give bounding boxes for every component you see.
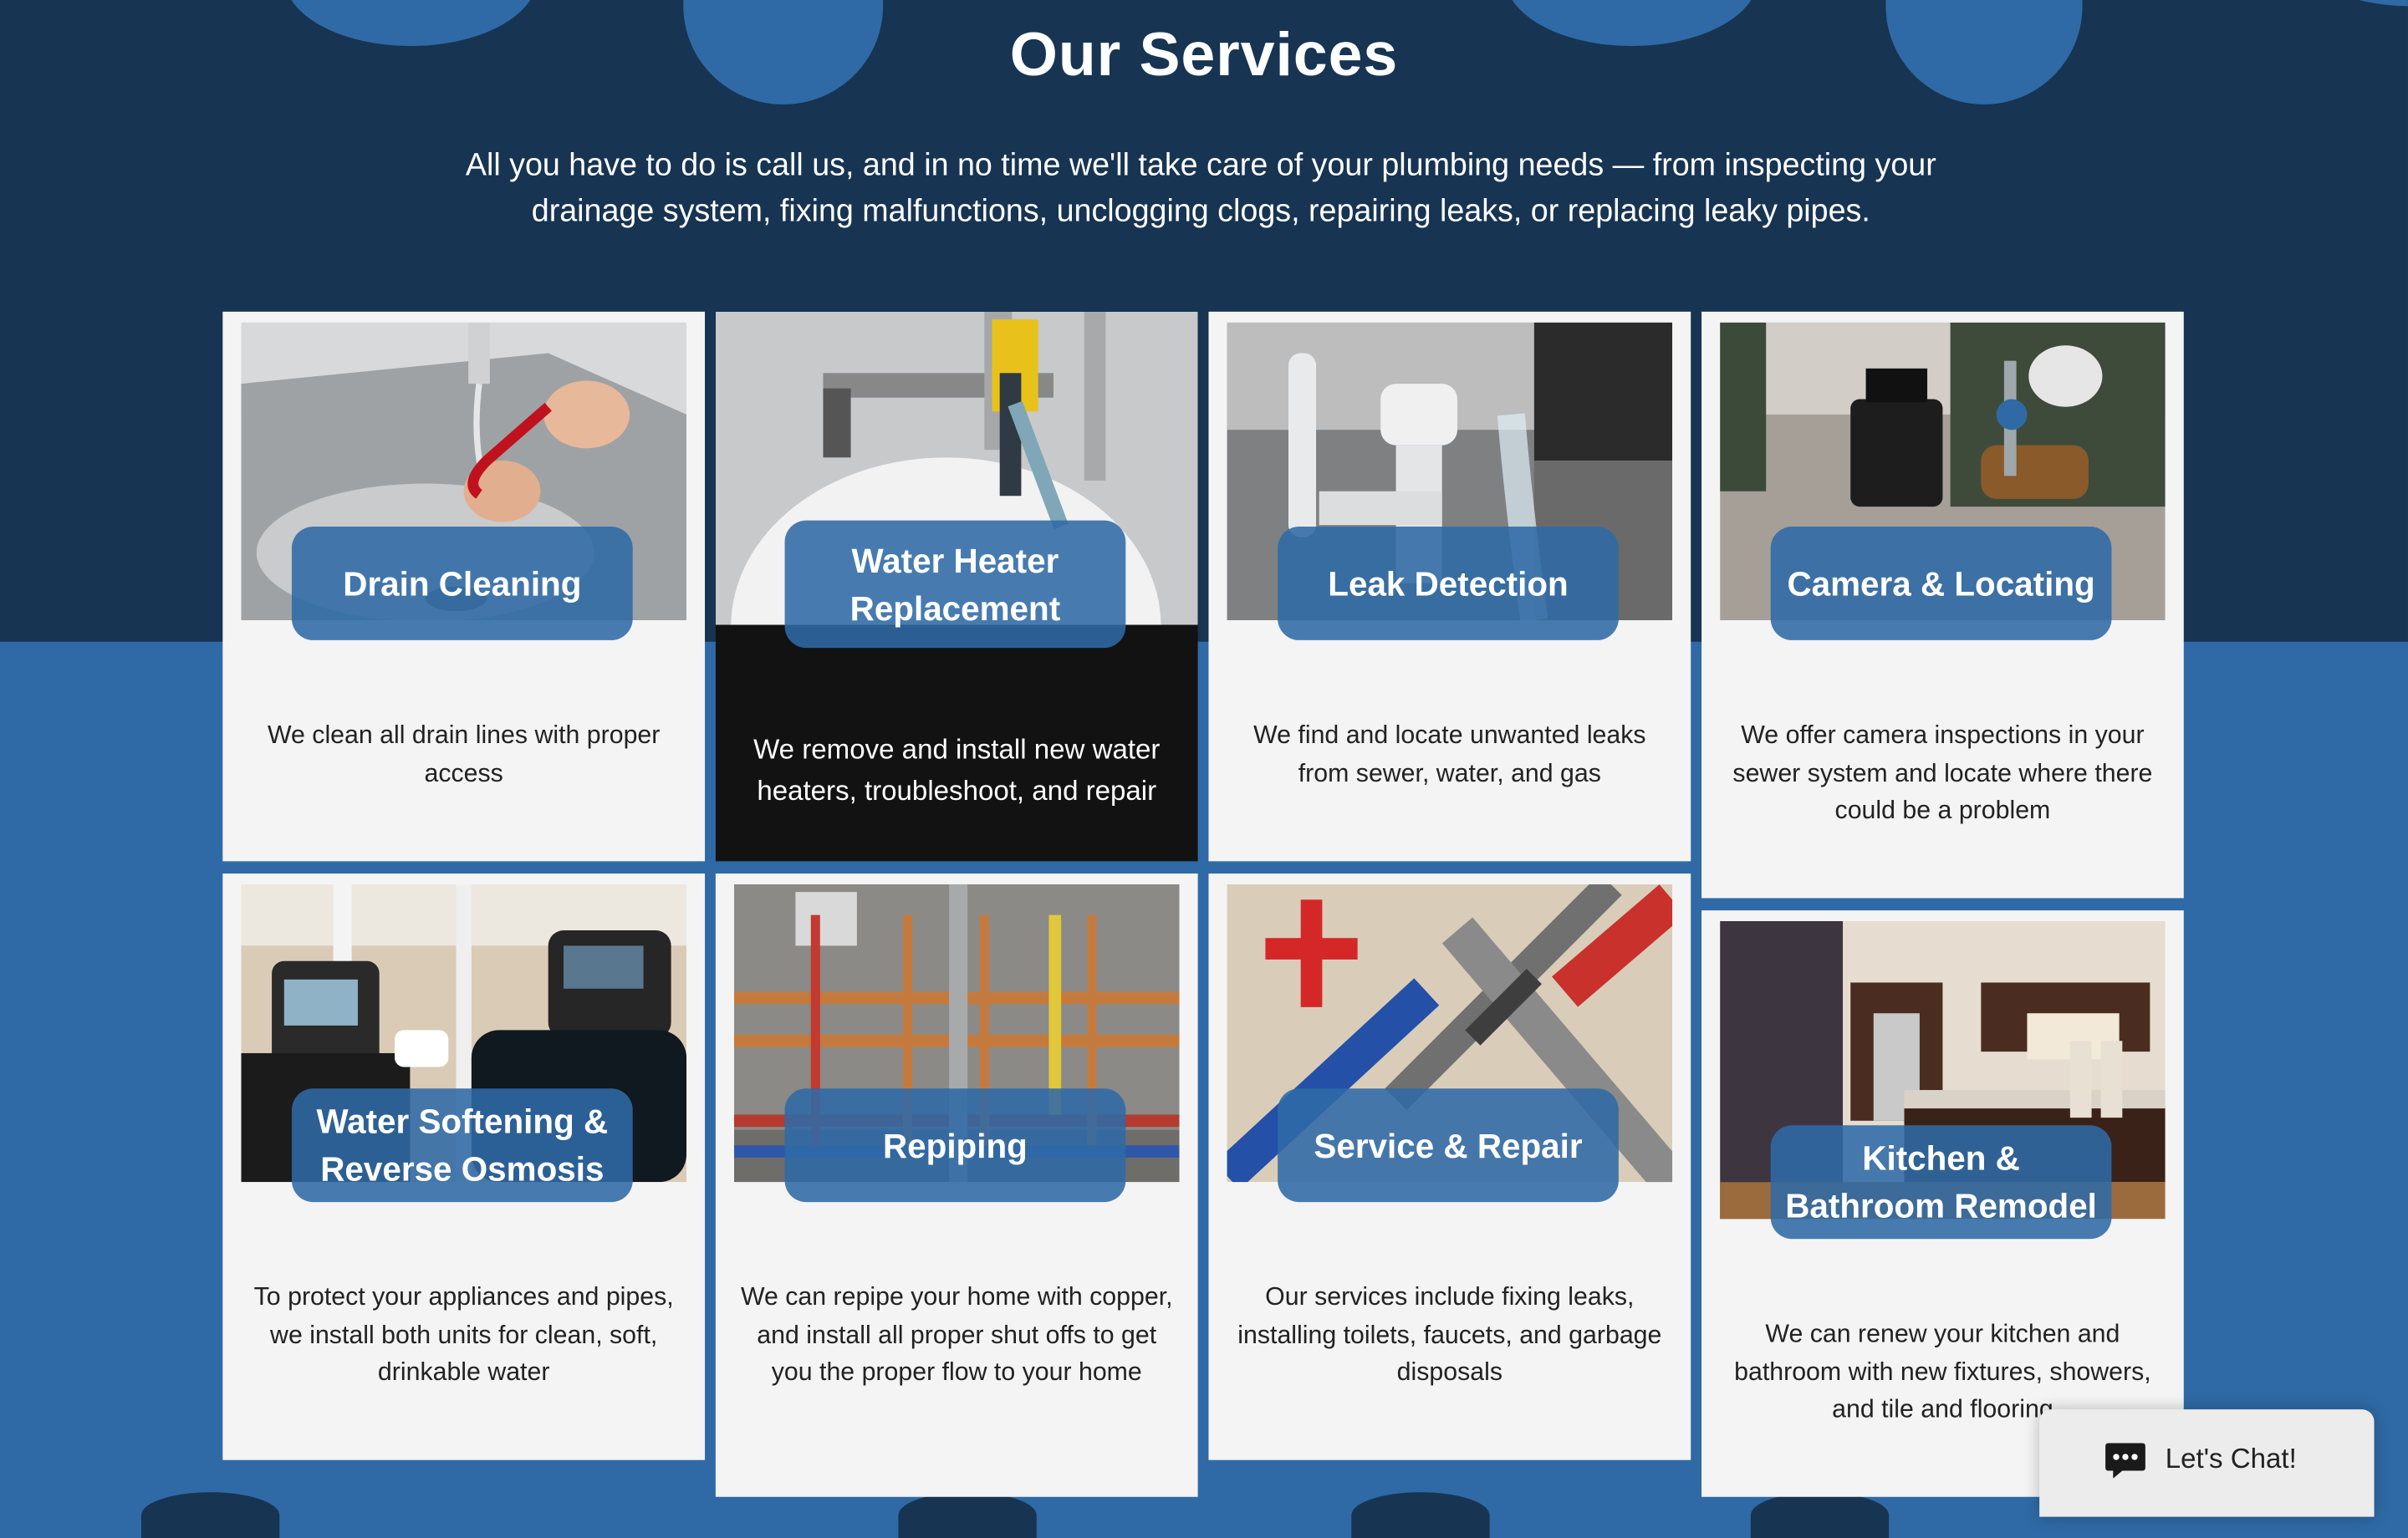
service-card-water-softening[interactable]: Water Softening & Reverse Osmosis To pro…	[222, 873, 706, 1460]
service-description: We offer camera inspections in your sewe…	[1732, 721, 2153, 825]
service-card-camera-locating[interactable]: Camera & Locating We offer camera inspec…	[1701, 311, 2184, 899]
service-description: We clean all drain lines with proper acc…	[267, 721, 661, 787]
chat-widget-button[interactable]: Let's Chat!	[2039, 1409, 2375, 1517]
section-intro: All you have to do is call us, and in no…	[465, 147, 1936, 229]
service-title: Camera & Locating	[1770, 526, 2112, 640]
service-description: Our services include fixing leaks, insta…	[1237, 1283, 1662, 1387]
service-title: Leak Detection	[1278, 526, 1619, 640]
service-title: Repiping	[784, 1088, 1126, 1203]
service-card-drain-cleaning[interactable]: Drain Cleaning We clean all drain lines …	[222, 311, 706, 862]
services-section: Our Services All you have to do is call …	[0, 0, 2408, 1538]
decor-blob	[898, 1492, 1037, 1538]
chat-bubble-icon	[2105, 1443, 2145, 1479]
service-title: Drain Cleaning	[291, 526, 633, 640]
service-card-repiping[interactable]: Repiping We can repipe your home with co…	[715, 873, 1198, 1497]
service-title: Service & Repair	[1278, 1088, 1619, 1203]
service-description: We can repipe your home with copper, and…	[740, 1283, 1173, 1387]
service-card-water-heater[interactable]: Water Heater Replacement We remove and i…	[715, 311, 1198, 862]
decor-blob	[140, 1492, 280, 1538]
service-title: Kitchen & Bathroom Remodel	[1770, 1125, 2112, 1240]
service-card-service-repair[interactable]: Service & Repair Our services include fi…	[1208, 873, 1691, 1460]
service-title: Water Softening & Reverse Osmosis	[291, 1088, 633, 1203]
decor-blob	[1750, 1492, 1890, 1538]
service-title: Water Heater Replacement	[784, 520, 1126, 649]
service-card-leak-detection[interactable]: Leak Detection We find and locate unwant…	[1208, 311, 1691, 862]
service-description: To protect your appliances and pipes, we…	[253, 1283, 674, 1387]
decor-blob	[1351, 1492, 1490, 1538]
chat-label: Let's Chat!	[2165, 1443, 2297, 1474]
service-description: We find and locate unwanted leaks from s…	[1253, 721, 1646, 787]
service-description: We remove and install new water heaters,…	[753, 733, 1161, 807]
decor-drip	[2303, 0, 2408, 7]
section-title: Our Services	[1009, 21, 1399, 89]
